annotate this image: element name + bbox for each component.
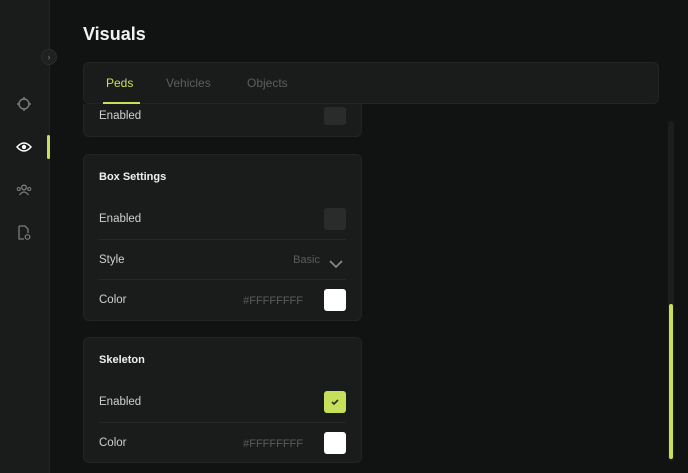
color-swatch[interactable] <box>324 432 346 454</box>
card-title: Box Settings <box>99 171 167 183</box>
enabled-label: Enabled <box>99 396 142 408</box>
players-icon[interactable] <box>16 182 32 198</box>
file-settings-icon[interactable] <box>16 225 32 241</box>
page-title: Visuals <box>83 24 146 44</box>
tab-objects[interactable]: Objects <box>247 63 288 103</box>
chevron-right-icon: › <box>47 52 51 62</box>
row-divider <box>99 422 346 423</box>
active-nav-indicator <box>47 135 50 159</box>
row-divider <box>99 279 346 280</box>
style-select[interactable]: Basic <box>293 254 320 266</box>
card-title: Skeleton <box>99 354 145 366</box>
enabled-checkbox[interactable] <box>324 107 346 125</box>
crosshair-icon[interactable] <box>16 96 32 112</box>
color-label: Color <box>99 294 127 306</box>
row-divider <box>99 239 346 240</box>
style-label: Style <box>99 254 125 266</box>
chevron-down-icon[interactable] <box>329 256 343 269</box>
card-box-settings: Box Settings Enabled Style Basic Color #… <box>83 154 362 321</box>
tab-bar: Peds Vehicles Objects <box>83 62 659 104</box>
color-label: Color <box>99 437 127 449</box>
skeleton-enabled-checkbox[interactable] <box>324 391 346 413</box>
eye-icon[interactable] <box>16 139 32 155</box>
tab-peds[interactable]: Peds <box>106 63 133 103</box>
row-enabled-label: Enabled <box>99 110 142 122</box>
color-swatch[interactable] <box>324 289 346 311</box>
collapse-sidebar-button[interactable]: › <box>41 49 57 65</box>
scrollbar-thumb[interactable] <box>669 304 673 459</box>
enabled-label: Enabled <box>99 213 142 225</box>
check-icon <box>331 399 339 406</box>
tab-vehicles[interactable]: Vehicles <box>166 63 211 103</box>
card-partial: Enabled <box>83 104 362 137</box>
color-hex-value[interactable]: #FFFFFFFF <box>243 438 303 450</box>
color-hex-value[interactable]: #FFFFFFFF <box>243 295 303 307</box>
card-skeleton: Skeleton Enabled Color #FFFFFFFF <box>83 337 362 463</box>
box-enabled-checkbox[interactable] <box>324 208 346 230</box>
sidebar <box>0 0 50 473</box>
scrollbar[interactable] <box>668 121 674 461</box>
